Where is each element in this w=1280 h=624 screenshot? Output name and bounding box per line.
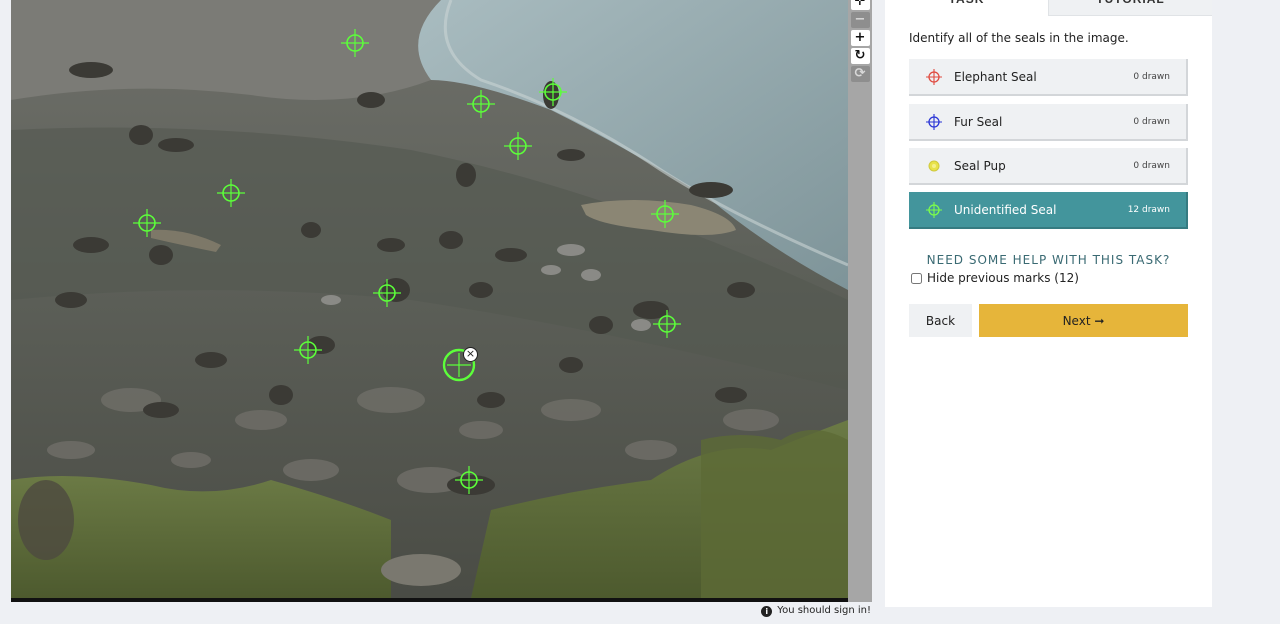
- tool-seal-pup[interactable]: Seal Pup 0 drawn: [909, 148, 1188, 185]
- hide-marks-checkbox[interactable]: [911, 272, 922, 284]
- seal-mark[interactable]: [341, 29, 369, 57]
- tool-count: 12 drawn: [1127, 205, 1170, 215]
- tool-elephant-seal[interactable]: Elephant Seal 0 drawn: [909, 59, 1188, 96]
- viewer-toolbar: ✛ − + ↻ ⟳: [848, 0, 872, 602]
- tool-fur-seal[interactable]: Fur Seal 0 drawn: [909, 104, 1188, 141]
- hide-marks-label: Hide previous marks (12): [927, 271, 1079, 285]
- task-tabs: TASK TUTORIAL: [885, 0, 1212, 16]
- subject-viewer[interactable]: ×: [11, 0, 848, 602]
- rotate-icon[interactable]: ↻: [850, 48, 870, 64]
- dot-icon: [928, 160, 940, 172]
- tab-task[interactable]: TASK: [885, 0, 1048, 16]
- seal-mark[interactable]: [539, 78, 567, 106]
- move-icon[interactable]: ✛: [850, 0, 870, 10]
- viewer-bottom-bar: [11, 598, 848, 602]
- tool-unidentified-seal[interactable]: Unidentified Seal 12 drawn: [909, 192, 1188, 229]
- seal-mark[interactable]: [373, 279, 401, 307]
- refresh-icon[interactable]: ⟳: [850, 66, 870, 82]
- arrow-right-icon: ➞: [1094, 313, 1105, 328]
- back-button[interactable]: Back: [909, 304, 972, 337]
- seal-mark[interactable]: [294, 336, 322, 364]
- seal-mark[interactable]: [217, 179, 245, 207]
- tool-count: 0 drawn: [1133, 161, 1170, 171]
- seal-mark[interactable]: [651, 200, 679, 228]
- seal-mark[interactable]: [455, 466, 483, 494]
- close-circle-icon[interactable]: ×: [463, 347, 478, 362]
- info-icon: i: [761, 606, 773, 617]
- tool-label: Fur Seal: [954, 115, 1003, 129]
- plus-icon[interactable]: +: [850, 30, 870, 46]
- seal-colony-photo[interactable]: [11, 0, 848, 598]
- next-button[interactable]: Next ➞: [979, 304, 1188, 337]
- tool-count: 0 drawn: [1133, 72, 1170, 82]
- next-label: Next: [1062, 313, 1091, 328]
- tab-tutorial[interactable]: TUTORIAL: [1048, 0, 1212, 16]
- signin-notice[interactable]: i You should sign in!: [761, 605, 871, 617]
- seal-mark[interactable]: [653, 310, 681, 338]
- task-panel: TASK TUTORIAL Identify all of the seals …: [885, 0, 1212, 607]
- task-instruction: Identify all of the seals in the image.: [909, 31, 1129, 45]
- crosshair-icon: [926, 69, 942, 85]
- tool-count: 0 drawn: [1133, 117, 1170, 127]
- tool-label: Elephant Seal: [954, 70, 1037, 84]
- tool-label: Seal Pup: [954, 159, 1006, 173]
- help-link[interactable]: NEED SOME HELP WITH THIS TASK?: [909, 253, 1188, 267]
- signin-text: You should sign in!: [777, 605, 871, 616]
- crosshair-icon: [926, 202, 942, 218]
- seal-mark[interactable]: [133, 209, 161, 237]
- crosshair-icon: [926, 114, 942, 130]
- seal-mark[interactable]: [467, 90, 495, 118]
- seal-mark[interactable]: [504, 132, 532, 160]
- hide-marks-row[interactable]: Hide previous marks (12): [911, 271, 1079, 285]
- minus-icon[interactable]: −: [850, 12, 870, 28]
- tool-label: Unidentified Seal: [954, 203, 1057, 217]
